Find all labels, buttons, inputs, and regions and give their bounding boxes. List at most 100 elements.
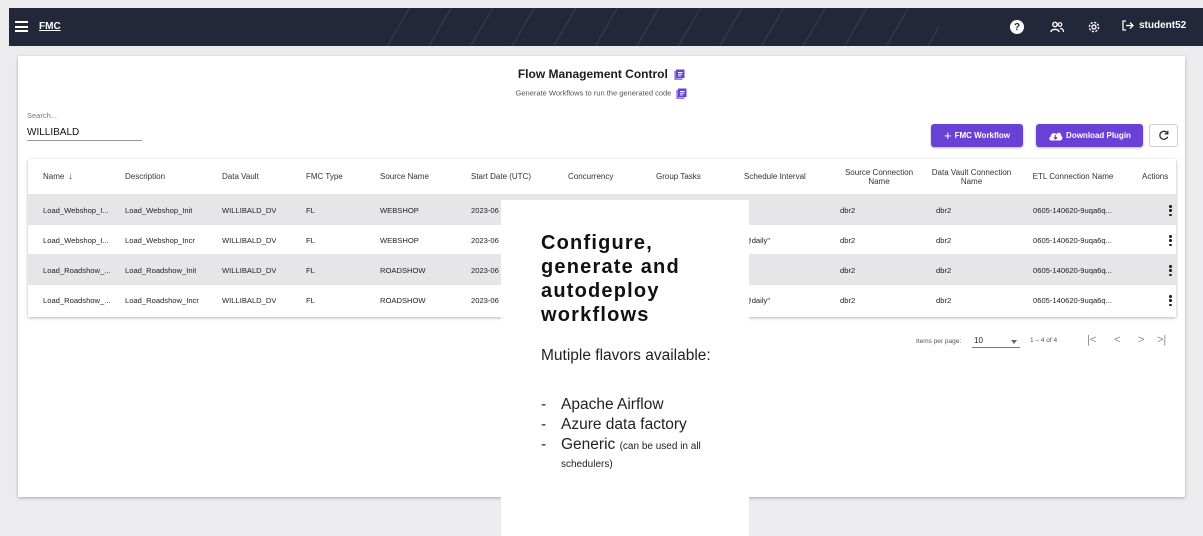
app-title-link[interactable]: FMC (39, 21, 61, 32)
column-header-concurrency[interactable]: Concurrency (568, 159, 613, 194)
cell-name: Load_Roadshow_... (43, 265, 111, 275)
cell-start-date: 2023-06 (471, 205, 499, 215)
cell-source-connection: dbr2 (840, 235, 856, 245)
cell-name: Load_Webshop_I... (43, 205, 109, 215)
list-item: Apache Airflow (539, 396, 749, 414)
cell-fmc-type: FL (306, 265, 315, 275)
cell-start-date: 2023-06 (471, 235, 499, 245)
docs-icon[interactable] (676, 88, 687, 99)
column-header-data-vault[interactable]: Data Vault (222, 159, 259, 194)
first-page-icon[interactable]: |< (1087, 334, 1096, 346)
decorative-stripes (369, 8, 939, 46)
next-page-icon[interactable]: > (1138, 334, 1144, 346)
page-subtitle-text: Generate Workflows to run the generated … (515, 88, 672, 98)
column-header-group-tasks[interactable]: Group Tasks (656, 159, 701, 194)
list-item: Azure data factory (539, 416, 749, 434)
gear-icon[interactable] (1085, 19, 1103, 35)
row-actions-kebab-icon[interactable] (1169, 295, 1172, 306)
cell-source-connection: dbr2 (840, 265, 856, 275)
plus-icon: + (944, 127, 952, 143)
cell-name: Load_Roadshow_... (43, 295, 111, 305)
users-icon[interactable] (1048, 19, 1066, 35)
column-header-label: Name (43, 172, 65, 181)
search-label: Search... (27, 111, 58, 120)
cell-source-name: WEBSHOP (380, 205, 419, 215)
cell-fmc-type: FL (306, 295, 315, 305)
cell-etl-connection: 0605-140620-9uqa6q... (1033, 205, 1112, 215)
cell-description: Load_Roadshow_Incr (125, 295, 199, 305)
user-menu[interactable]: student52 (1122, 20, 1186, 31)
logout-icon (1122, 20, 1134, 31)
flavor-label: Azure data factory (561, 416, 687, 433)
cell-dv-connection: dbr2 (936, 205, 952, 215)
sort-arrow-down-icon: ↓ (68, 171, 73, 181)
column-header-schedule-interval[interactable]: Schedule Interval (744, 159, 806, 194)
row-actions-kebab-icon[interactable] (1169, 205, 1172, 216)
cell-fmc-type: FL (306, 235, 315, 245)
flavor-label: Apache Airflow (561, 396, 664, 413)
items-per-page-label: Items per page: (916, 338, 962, 345)
fmc-workflow-label: FMC Workflow (954, 131, 1010, 140)
items-per-page-value: 10 (974, 336, 983, 345)
column-header-etl-connection[interactable]: ETL Connection Name (1028, 159, 1118, 194)
cell-dv-connection: dbr2 (936, 265, 952, 275)
docs-icon[interactable] (674, 69, 685, 81)
cell-data-vault: WILLIBALD_DV (222, 265, 277, 275)
cell-fmc-type: FL (306, 205, 315, 215)
list-item: Generic (can be used in all schedulers) (539, 436, 749, 472)
cell-source-name: WEBSHOP (380, 235, 419, 245)
cloud-download-icon (1049, 132, 1063, 141)
help-icon[interactable]: ? (1010, 20, 1024, 34)
last-page-icon[interactable]: >| (1157, 334, 1166, 346)
page-title-text: Flow Management Control (517, 67, 668, 81)
fmc-workflow-button[interactable]: + FMC Workflow (931, 124, 1023, 147)
previous-page-icon[interactable]: < (1114, 334, 1120, 346)
cell-dv-connection: dbr2 (936, 235, 952, 245)
search-input[interactable] (27, 124, 142, 141)
column-header-source-name[interactable]: Source Name (380, 159, 429, 194)
column-header-source-connection[interactable]: Source Connection Name (834, 159, 924, 194)
column-header-dv-connection[interactable]: Data Vault Connection Name (929, 159, 1014, 194)
table-header: Name ↓ Description Data Vault FMC Type So… (28, 159, 1176, 194)
column-header-actions: Actions (1142, 172, 1169, 181)
cell-etl-connection: 0605-140620-9uqa6q... (1033, 295, 1112, 305)
row-actions-kebab-icon[interactable] (1169, 265, 1172, 276)
refresh-button[interactable] (1149, 124, 1178, 147)
cell-dv-connection: dbr2 (936, 295, 952, 305)
column-header-name[interactable]: Name ↓ (43, 159, 73, 194)
flavor-list: Apache Airflow Azure data factory Generi… (539, 396, 749, 474)
cell-source-name: ROADSHOW (380, 265, 426, 275)
column-header-description[interactable]: Description (125, 159, 165, 194)
cell-start-date: 2023-06 (471, 295, 499, 305)
cell-description: Load_Webshop_Init (125, 205, 193, 215)
pagination-range: 1 – 4 of 4 (1030, 337, 1058, 344)
column-header-fmc-type[interactable]: FMC Type (306, 159, 343, 194)
page-subtitle: Generate Workflows to run the generated … (18, 88, 1185, 99)
username: student52 (1139, 20, 1187, 31)
top-app-bar: FMC ? student52 (9, 8, 1203, 46)
cell-data-vault: WILLIBALD_DV (222, 295, 277, 305)
page-title: Flow Management Control (18, 67, 1185, 81)
cell-etl-connection: 0605-140620-9uqa6q... (1033, 235, 1112, 245)
feature-callout-panel: Configure, generate and autodeploy workf… (501, 200, 749, 536)
row-actions-kebab-icon[interactable] (1169, 235, 1172, 246)
refresh-icon (1159, 130, 1169, 140)
cell-etl-connection: 0605-140620-9uqa6q... (1033, 265, 1112, 275)
cell-start-date: 2023-06 (471, 265, 499, 275)
column-header-start-date[interactable]: Start Date (UTC) (471, 159, 531, 194)
chevron-down-icon (1011, 340, 1017, 344)
download-plugin-label: Download Plugin (1066, 131, 1131, 140)
download-plugin-button[interactable]: Download Plugin (1036, 124, 1143, 147)
cell-description: Load_Roadshow_Init (125, 265, 197, 275)
items-per-page-select[interactable]: 10 (972, 334, 1020, 348)
flavor-label: Generic (561, 436, 616, 453)
cell-description: Load_Webshop_Incr (125, 235, 195, 245)
callout-title: Configure, generate and autodeploy workf… (541, 232, 680, 326)
cell-source-connection: dbr2 (840, 205, 856, 215)
cell-name: Load_Webshop_I... (43, 235, 109, 245)
cell-data-vault: WILLIBALD_DV (222, 235, 277, 245)
cell-data-vault: WILLIBALD_DV (222, 205, 277, 215)
menu-icon[interactable] (15, 21, 28, 32)
cell-source-connection: dbr2 (840, 295, 856, 305)
cell-source-name: ROADSHOW (380, 295, 426, 305)
